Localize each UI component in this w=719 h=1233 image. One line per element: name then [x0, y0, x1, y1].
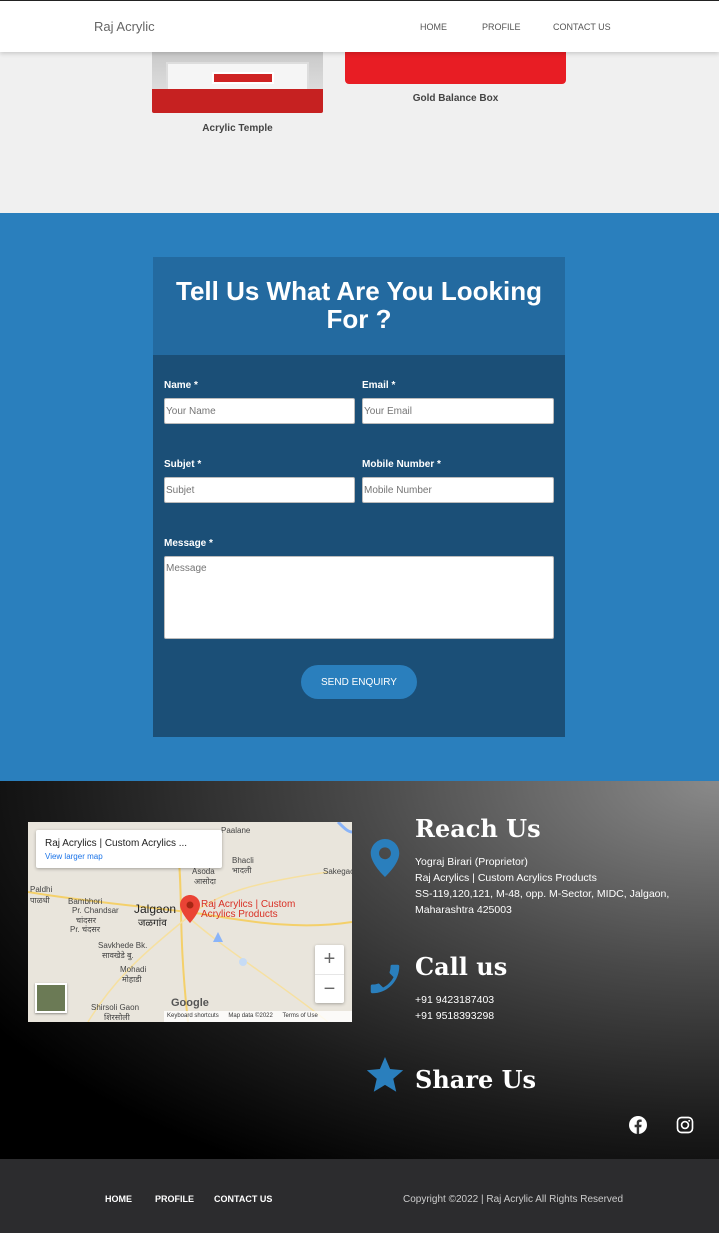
footer-profile-link[interactable]: PROFILE: [155, 1194, 194, 1204]
send-enquiry-button[interactable]: SEND ENQUIRY: [301, 665, 417, 699]
google-map[interactable]: Paldhi पाळधी Bambhori Pr. Chandsar चांदस…: [28, 822, 352, 1022]
zoom-in-button[interactable]: +: [315, 945, 344, 974]
phone-list: +91 9423187403 +91 9518393298: [415, 992, 494, 1024]
map-place-label: Paldhi: [30, 885, 53, 894]
google-logo: Google: [171, 997, 209, 1009]
zoom-out-button[interactable]: −: [315, 974, 344, 1003]
map-place-label: मोहाडी: [122, 975, 142, 984]
map-place-label: आसोदा: [194, 877, 216, 886]
map-pin-label-line: Acrylics Products: [201, 909, 278, 920]
keyboard-shortcuts-link[interactable]: Keyboard shortcuts: [167, 1013, 219, 1019]
enquiry-section: Tell Us What Are You Looking For ? Name …: [0, 213, 719, 781]
temple-base-shape: [152, 89, 323, 113]
reach-us-heading: Reach Us: [415, 814, 541, 843]
enquiry-title: Tell Us What Are You Looking For ?: [176, 276, 542, 334]
nav-profile-link[interactable]: PROFILE: [482, 22, 521, 32]
instagram-icon[interactable]: [676, 1116, 694, 1134]
footer-home-link[interactable]: HOME: [105, 1194, 132, 1204]
map-info-card: Raj Acrylics | Custom Acrylics ... View …: [36, 830, 222, 868]
nav-home-link[interactable]: HOME: [420, 22, 447, 32]
address-line: SS-119,120,121, M-48, opp. M-Sector, MID…: [415, 888, 670, 900]
call-us-heading: Call us: [415, 952, 508, 981]
acrylic-temple-image[interactable]: [152, 52, 323, 113]
page-footer: HOME PROFILE CONTACT US Copyright ©2022 …: [0, 1159, 719, 1233]
view-larger-map-link[interactable]: View larger map: [45, 852, 103, 861]
map-zoom-controls: + −: [315, 945, 344, 1003]
map-place-label: Sakegaon: [323, 867, 352, 876]
map-place-label: भादली: [232, 866, 252, 875]
address-line: Maharashtra 425003: [415, 904, 512, 916]
map-place-label: Mohadi: [120, 965, 147, 974]
map-place-label: Paalane: [221, 826, 251, 835]
map-data-credit: Map data ©2022: [228, 1013, 273, 1019]
enquiry-form: Tell Us What Are You Looking For ? Name …: [153, 257, 565, 737]
map-place-label: Pr. Chandsar: [72, 906, 119, 915]
map-place-label: शिरसोली: [104, 1013, 130, 1022]
map-place-label: Bhacli: [232, 856, 254, 865]
map-place-label: Shirsoli Gaon: [91, 1003, 140, 1012]
map-city-label: जळगांव: [138, 918, 167, 929]
map-pin-label: Raj Acrylics | Custom Acrylics Products: [201, 900, 295, 920]
top-navbar: Raj Acrylic HOME PROFILE CONTACT US: [0, 0, 719, 52]
email-input[interactable]: [362, 398, 554, 424]
map-pin-icon[interactable]: [180, 895, 200, 923]
map-place-label: पाळधी: [30, 896, 50, 905]
enquiry-form-header: Tell Us What Are You Looking For ?: [153, 257, 565, 355]
map-place-label: सावखेडे बु.: [102, 951, 134, 960]
map-place-label: Pr. चंदसर: [70, 925, 101, 934]
message-label: Message *: [164, 538, 213, 549]
map-place-label: Bambhori: [68, 897, 103, 906]
terms-of-use-link[interactable]: Terms of Use: [283, 1013, 318, 1019]
email-label: Email *: [362, 380, 396, 391]
subject-label: Subjet *: [164, 459, 202, 470]
address-line: Raj Acrylics | Custom Acrylics Products: [415, 872, 597, 884]
message-textarea[interactable]: [164, 556, 554, 639]
star-icon: [366, 1057, 404, 1092]
name-label: Name *: [164, 380, 198, 391]
map-footer: Keyboard shortcuts Map data ©2022 Terms …: [164, 1011, 352, 1022]
map-satellite-toggle[interactable]: [35, 983, 67, 1013]
product-title-gold-balance-box[interactable]: Gold Balance Box: [345, 93, 566, 104]
contact-section: Paldhi पाळधी Bambhori Pr. Chandsar चांदस…: [0, 781, 719, 1159]
subject-input[interactable]: [164, 477, 355, 503]
mobile-input[interactable]: [362, 477, 554, 503]
product-title-acrylic-temple[interactable]: Acrylic Temple: [152, 123, 323, 134]
map-place-label: Savkhede Bk.: [98, 941, 148, 950]
site-brand[interactable]: Raj Acrylic: [94, 19, 155, 34]
footer-contact-link[interactable]: CONTACT US: [214, 1194, 272, 1204]
map-city-label: Jalgaon: [134, 902, 177, 916]
map-card-title: Raj Acrylics | Custom Acrylics ...: [45, 838, 188, 849]
copyright-text: Copyright ©2022 | Raj Acrylic All Rights…: [403, 1194, 624, 1205]
phone-number[interactable]: +91 9518393298: [415, 1008, 494, 1024]
gold-balance-box-image[interactable]: [345, 52, 566, 84]
reach-us-address: Yograj Birari (Proprietor) Raj Acrylics …: [415, 854, 669, 918]
location-pin-icon: [370, 839, 400, 877]
mobile-label: Mobile Number *: [362, 459, 441, 470]
products-section: Acrylic Temple Gold Balance Box: [0, 52, 719, 213]
phone-icon: [370, 964, 400, 994]
nav-contact-link[interactable]: CONTACT US: [553, 22, 611, 32]
name-input[interactable]: [164, 398, 355, 424]
facebook-icon[interactable]: [629, 1116, 647, 1134]
address-line: Yograj Birari (Proprietor): [415, 856, 528, 868]
map-place-label: Asoda: [192, 867, 215, 876]
phone-number[interactable]: +91 9423187403: [415, 992, 494, 1008]
temple-plate-shape: [212, 72, 274, 84]
share-us-heading: Share Us: [415, 1065, 537, 1094]
